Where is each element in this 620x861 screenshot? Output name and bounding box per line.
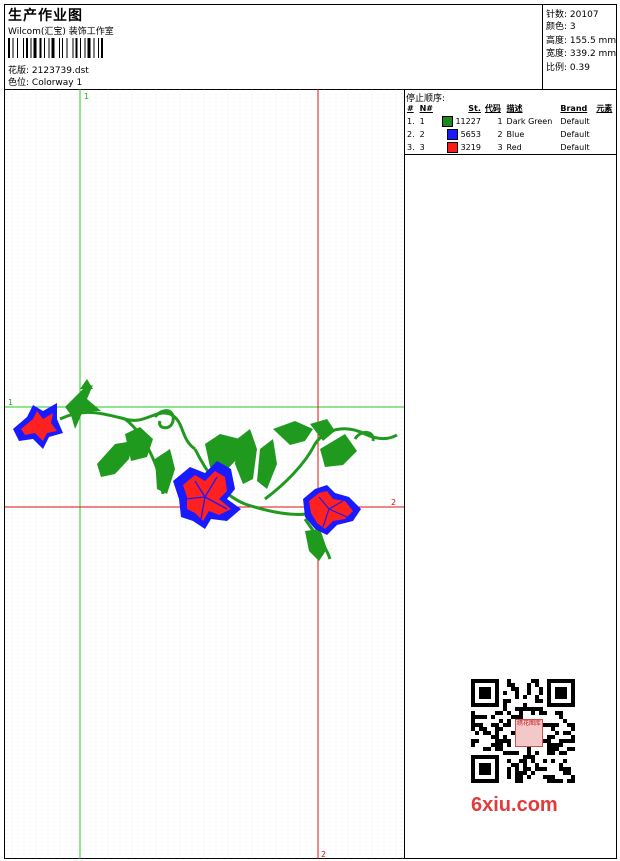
guide-label-green-left: 1 [8,398,13,407]
color-swatch [441,116,453,127]
sheet-title: 生产作业图 [8,8,83,24]
watermark-seal: 绣花图库 [515,719,543,747]
production-sheet: 生产作业图 Wilcom(汇宝) 装饰工作室 花版: 2123739.dst 色… [4,4,617,859]
col-brand: Brand [560,104,588,113]
design-preview: 1 1 2 2 [5,89,404,859]
stat-width: 宽度: 339.2 mm [546,49,617,59]
col-stitches: St. [468,104,481,113]
color-table-header: # N# St. 代码 描述 Brand 元素 [405,102,616,115]
colorway-label: 色位: [8,78,30,88]
guide-label-green-top: 1 [84,92,89,101]
col-desc: 描述 [506,104,523,113]
colorway-row: 色位: Colorway 1 [8,75,82,88]
col-n: N# [419,104,433,113]
studio-name: Wilcom(汇宝) 装饰工作室 [8,27,114,37]
guide-label-red-bottom: 2 [321,850,326,859]
stat-scale: 比例: 0.39 [546,63,590,73]
color-table: # N# St. 代码 描述 Brand 元素 1. 1 11227 1 Dar… [405,102,616,155]
table-row: 2. 2 5653 2 Blue Default [407,129,590,140]
col-element: 元素 [596,104,613,113]
colorway-value: Colorway 1 [31,78,83,88]
stop-sequence-panel: 停止顺序: # N# St. 代码 描述 Brand 元素 1. 1 11227 [405,89,616,859]
table-row: 1. 1 11227 1 Dark Green Default [407,116,590,127]
sheet-header: 生产作业图 Wilcom(汇宝) 装饰工作室 花版: 2123739.dst 色… [5,5,616,90]
guide-label-red-right: 2 [391,498,396,507]
stats-box: 针数: 20107 颜色: 3 高度: 155.5 mm 宽度: 339.2 m… [542,5,617,89]
design-canvas: 1 1 2 2 [5,89,405,859]
barcode [8,38,103,58]
table-row: 3. 3 3219 3 Red Default [407,142,590,153]
col-code: 代码 [484,104,501,113]
watermark-text: 6xiu.com [471,794,558,816]
stat-height: 高度: 155.5 mm [546,36,617,46]
col-index: # [407,104,414,113]
color-swatch [447,142,459,153]
color-swatch [447,129,459,140]
stat-colors: 颜色: 3 [546,22,576,32]
